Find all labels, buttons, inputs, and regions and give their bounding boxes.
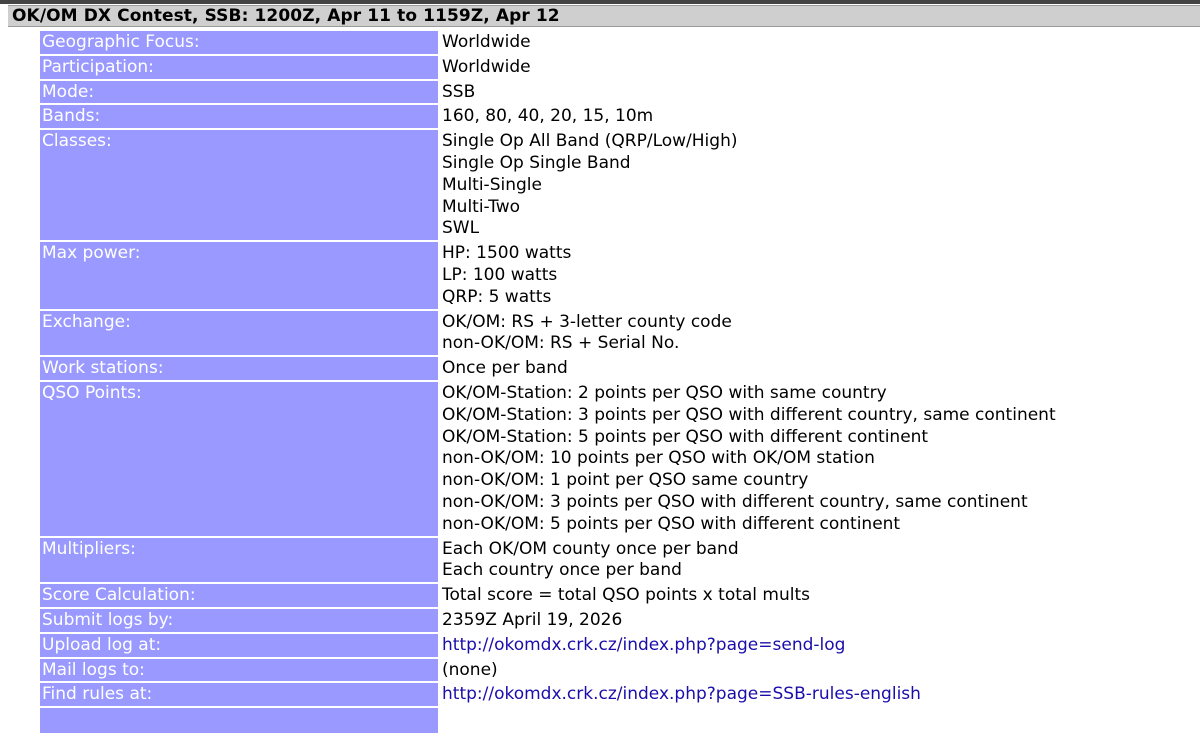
- value-line: Each OK/OM county once per band: [442, 538, 739, 559]
- field-label: Classes:: [40, 130, 438, 241]
- value-line: Single Op Single Band: [442, 152, 631, 173]
- value-line: QRP: 5 watts: [442, 286, 552, 307]
- value-line: SSB: [442, 81, 476, 102]
- field-value: SSB: [440, 81, 1185, 104]
- empty-label-cell: [40, 708, 438, 734]
- row-find-rules-at: Find rules at: http://okomdx.crk.cz/index…: [40, 683, 1185, 707]
- row-participation: Participation: Worldwide: [40, 55, 1185, 79]
- field-value: Once per band: [440, 357, 1185, 380]
- field-value: Worldwide: [440, 31, 1185, 54]
- field-value: Worldwide: [440, 56, 1185, 79]
- value-line: Total score = total QSO points x total m…: [442, 585, 811, 606]
- rules-link[interactable]: http://okomdx.crk.cz/index.php?page=send…: [442, 635, 1182, 657]
- value-line: HP: 1500 watts: [442, 243, 572, 264]
- value-line: Worldwide: [442, 56, 531, 77]
- value-line: non-OK/OM: 10 points per QSO with OK/OM …: [442, 448, 875, 469]
- row-mode: Mode: SSB: [40, 80, 1185, 104]
- value-line: non-OK/OM: RS + Serial No.: [442, 333, 680, 354]
- row-max-power: Max power: HP: 1500 watts LP: 100 watts QRP…: [40, 242, 1185, 309]
- empty-value-cell: [440, 708, 1185, 733]
- contest-details-table: Geographic Focus: Worldwide Participation:…: [38, 29, 1187, 735]
- field-label: Find rules at:: [40, 683, 438, 707]
- row-multipliers: Multipliers: Each OK/OM county once per b…: [40, 537, 1185, 583]
- field-value: OK/OM: RS + 3-letter county code non-OK/O…: [440, 311, 1185, 356]
- field-label: Geographic Focus:: [40, 31, 438, 54]
- field-label: Score Calculation:: [40, 584, 438, 607]
- row-upload-log-at: Upload log at: http://okomdx.crk.cz/index…: [40, 633, 1185, 657]
- row-mail-logs-to: Mail logs to: (none): [40, 658, 1185, 682]
- value-line: SWL: [442, 218, 480, 239]
- field-value: http://okomdx.crk.cz/index.php?page=send…: [440, 634, 1185, 657]
- field-label: QSO Points:: [40, 381, 438, 536]
- field-label: Submit logs by:: [40, 608, 438, 632]
- row-score-calculation: Score Calculation: Total score = total QS…: [40, 584, 1185, 607]
- value-line: Once per band: [442, 358, 568, 379]
- field-value: http://okomdx.crk.cz/index.php?page=SSB-…: [440, 683, 1185, 706]
- field-label: Mode:: [40, 80, 438, 104]
- value-line: Multi-Two: [442, 196, 521, 217]
- field-value: Each OK/OM county once per band Each coun…: [440, 538, 1185, 583]
- field-label: Participation:: [40, 55, 438, 79]
- row-geographic-focus: Geographic Focus: Worldwide: [40, 31, 1185, 54]
- contest-title: OK/OM DX Contest, SSB: 1200Z, Apr 11 to …: [12, 6, 560, 26]
- value-line: Worldwide: [442, 32, 531, 52]
- value-line: OK/OM-Station: 3 points per QSO with dif…: [442, 404, 1056, 425]
- field-value: Total score = total QSO points x total m…: [440, 584, 1185, 607]
- rules-link[interactable]: http://okomdx.crk.cz/index.php?page=SSB-…: [442, 684, 1182, 706]
- field-value: 2359Z April 19, 2026: [440, 609, 1185, 632]
- value-line: non-OK/OM: 3 points per QSO with differe…: [442, 491, 1028, 512]
- field-label: Upload log at:: [40, 633, 438, 657]
- value-line: (none): [442, 659, 498, 680]
- value-line: non-OK/OM: 5 points per QSO with differe…: [442, 513, 901, 534]
- value-line: LP: 100 watts: [442, 264, 558, 285]
- value-line: Multi-Single: [442, 174, 542, 195]
- row-qso-points: QSO Points: OK/OM-Station: 2 points per Q…: [40, 381, 1185, 536]
- row-submit-logs-by: Submit logs by: 2359Z April 19, 2026: [40, 608, 1185, 632]
- field-value: OK/OM-Station: 2 points per QSO with sam…: [440, 382, 1185, 536]
- row-work-stations: Work stations: Once per band: [40, 357, 1185, 380]
- field-value: HP: 1500 watts LP: 100 watts QRP: 5 watts: [440, 242, 1185, 308]
- top-border: [0, 0, 1200, 4]
- field-label: Bands:: [40, 105, 438, 129]
- value-line: OK/OM-Station: 5 points per QSO with dif…: [442, 426, 929, 447]
- field-value: 160, 80, 40, 20, 15, 10m: [440, 105, 1185, 128]
- field-label: Multipliers:: [40, 537, 438, 583]
- value-line: OK/OM: RS + 3-letter county code: [442, 311, 732, 332]
- contest-title-bar: OK/OM DX Contest, SSB: 1200Z, Apr 11 to …: [8, 5, 1200, 27]
- field-label: Exchange:: [40, 310, 438, 356]
- row-classes: Classes: Single Op All Band (QRP/Low/High…: [40, 130, 1185, 241]
- field-value: (none): [440, 659, 1185, 682]
- value-line: 2359Z April 19, 2026: [442, 609, 623, 630]
- value-line: non-OK/OM: 1 point per QSO same country: [442, 470, 809, 491]
- field-label: Mail logs to:: [40, 658, 438, 682]
- value-line: OK/OM-Station: 2 points per QSO with sam…: [442, 382, 887, 403]
- field-value: Single Op All Band (QRP/Low/High) Single …: [440, 130, 1185, 240]
- value-line: Each country once per band: [442, 560, 682, 581]
- row-exchange: Exchange: OK/OM: RS + 3-letter county cod…: [40, 310, 1185, 356]
- value-line: Single Op All Band (QRP/Low/High): [442, 131, 738, 152]
- field-label: Work stations:: [40, 357, 438, 380]
- value-line: 160, 80, 40, 20, 15, 10m: [442, 106, 654, 127]
- filler-row: [40, 708, 1185, 734]
- field-label: Max power:: [40, 242, 438, 309]
- row-bands: Bands: 160, 80, 40, 20, 15, 10m: [40, 105, 1185, 129]
